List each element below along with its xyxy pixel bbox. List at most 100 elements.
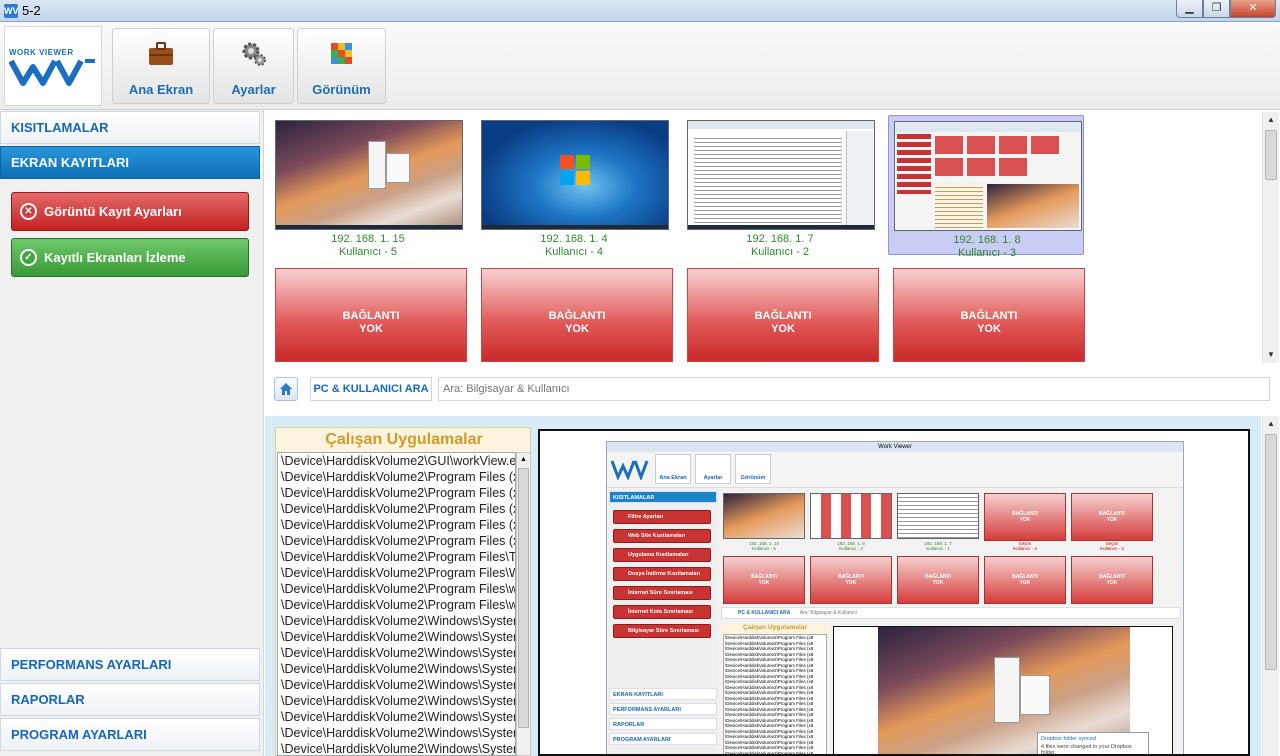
scroll-thumb[interactable]: [1265, 130, 1277, 180]
gorunum-button[interactable]: Görünüm: [297, 28, 386, 104]
kayitli-ekranlari-izleme-label: Kayıtlı Ekranları İzleme: [44, 250, 186, 265]
thumbnail-ip: 192. 168. 1. 8: [953, 234, 1021, 246]
briefcase-icon: [149, 42, 173, 65]
thumbnail-pc-15[interactable]: 192. 168. 1. 15 Kullanıcı - 5: [270, 115, 466, 258]
mini-app-item: \Device\HarddiskVolume2\Program Files (x…: [725, 657, 814, 662]
thumbnail-user: Kullanıcı - 3: [957, 247, 1017, 259]
performans-ayarlari-header[interactable]: PERFORMANS AYARLARI: [0, 648, 260, 681]
apps-scrollbar[interactable]: ▲: [516, 452, 531, 756]
cube-icon: [330, 43, 352, 64]
program-ayarlari-header[interactable]: PROGRAM AYARLARI: [0, 718, 260, 751]
no-connection-tile[interactable]: BAĞLANTI YOK: [481, 268, 673, 362]
list-item[interactable]: \Device\HarddiskVolume2\Windows\System: [278, 725, 515, 741]
mini-no-connection: BAĞLANTI YOK: [1071, 556, 1153, 604]
mini-apps-title: Çalışan Uygulamalar: [743, 624, 807, 631]
thumbnail-pc-8[interactable]: 192. 168. 1. 8 Kullanıcı - 3: [888, 115, 1084, 259]
list-item[interactable]: \Device\HarddiskVolume2\Program Files\wv: [278, 597, 515, 613]
list-item[interactable]: \Device\HarddiskVolume2\Program Files (x…: [278, 533, 515, 549]
ayarlar-button[interactable]: Ayarlar: [213, 28, 294, 104]
mini-side-header: EKRAN KAYITLARI: [609, 688, 717, 700]
ana-ekran-button[interactable]: Ana Ekran: [112, 28, 210, 104]
kayitli-ekranlari-izleme-button[interactable]: ✓ Kayıtlı Ekranları İzleme: [11, 238, 249, 277]
scroll-thumb[interactable]: [518, 468, 529, 728]
work-viewer-logo: WORK VIEWER: [4, 26, 102, 106]
detail-panel: Çalışan Uygulamalar \Device\HarddiskVolu…: [265, 416, 1261, 756]
mini-no-conn-text: YOK: [845, 580, 857, 586]
mini-kisitlamalar: KISITLAMALAR: [609, 491, 717, 503]
scroll-thumb[interactable]: [1265, 434, 1277, 670]
list-item[interactable]: \Device\HarddiskVolume2\Windows\System: [278, 741, 515, 755]
list-item[interactable]: \Device\HarddiskVolume2\Program Files (x…: [278, 517, 515, 533]
mini-side-header: RAPORLAR: [609, 718, 717, 730]
detail-scrollbar[interactable]: ▲: [1262, 416, 1279, 756]
list-item[interactable]: \Device\HarddiskVolume2\Windows\System: [278, 613, 515, 629]
goruntu-kayit-ayarlari-button[interactable]: ✕ Görüntü Kayıt Ayarları: [11, 192, 249, 231]
running-apps-list[interactable]: \Device\HarddiskVolume2\GUI\workView.exe…: [277, 452, 516, 756]
thumbnails-scrollbar[interactable]: ▲ ▼: [1262, 112, 1279, 363]
desktop-screenshot: [275, 120, 463, 230]
toolbar: WORK VIEWER Ana Ekran Ayarlar Görünüm: [0, 22, 1280, 110]
mini-logo-icon: [611, 460, 649, 480]
scroll-up-icon[interactable]: ▲: [1263, 416, 1279, 432]
list-item[interactable]: \Device\HarddiskVolume2\GUI\workView.exe: [278, 453, 515, 469]
no-connection-tile[interactable]: BAĞLANTI YOK: [893, 268, 1085, 362]
list-item[interactable]: \Device\HarddiskVolume2\Program Files\Wi: [278, 565, 515, 581]
maximize-button[interactable]: ❐: [1203, 0, 1230, 18]
home-icon: [280, 383, 292, 395]
mini-no-conn-text: YOK: [1106, 580, 1118, 586]
list-item[interactable]: \Device\HarddiskVolume2\Windows\System: [278, 693, 515, 709]
document-screenshot: [687, 120, 875, 230]
ekran-kayitlari-header[interactable]: EKRAN KAYITLARI: [0, 146, 260, 179]
pc-kullanici-ara-button[interactable]: PC & KULLANICI ARA: [310, 377, 432, 401]
left-sidebar: KISITLAMALAR EKRAN KAYITLARI ✕ Görüntü K…: [0, 110, 264, 756]
scroll-up-icon[interactable]: ▲: [1263, 112, 1279, 128]
list-item[interactable]: \Device\HarddiskVolume2\Program Files (x…: [278, 485, 515, 501]
running-apps-panel: Çalışan Uygulamalar \Device\HarddiskVolu…: [275, 427, 531, 756]
mini-apps-panel: Çalışan Uygulamalar \Device\HarddiskVolu…: [721, 624, 829, 754]
thumbnail-pc-7[interactable]: 192. 168. 1. 7 Kullanıcı - 2: [682, 115, 878, 258]
thumbnail-user: Kullanıcı - 4: [544, 246, 604, 258]
thumbnail-ip: 192. 168. 1. 4: [540, 233, 608, 245]
mini-no-connection: BAĞLANTI YOK: [723, 556, 805, 604]
mini-side-button: İnternet Kota Sınırlaması: [613, 605, 711, 619]
thumbnail-ip: 192. 168. 1. 7: [746, 233, 814, 245]
mini-thumb-shot: [897, 493, 979, 539]
list-item[interactable]: \Device\HarddiskVolume2\Windows\System: [278, 661, 515, 677]
list-item[interactable]: \Device\HarddiskVolume2\Program Files (x…: [278, 469, 515, 485]
list-item[interactable]: \Device\HarddiskVolume2\Windows\System: [278, 645, 515, 661]
no-connection-text: YOK: [771, 323, 795, 335]
scroll-down-icon[interactable]: ▼: [1263, 347, 1279, 363]
mini-app-item: \Device\HarddiskVolume2\Program Files (x…: [725, 690, 814, 695]
list-item[interactable]: \Device\HarddiskVolume2\Windows\System: [278, 709, 515, 725]
list-item[interactable]: \Device\HarddiskVolume2\Windows\System: [278, 629, 515, 645]
mini-ayarlar: Ayarlar: [695, 454, 731, 484]
minimize-button[interactable]: ▁: [1176, 0, 1203, 18]
scroll-up-icon[interactable]: ▲: [517, 453, 530, 466]
search-bar: PC & KULLANICI ARA: [265, 372, 1277, 406]
wv-logo-icon: [9, 59, 95, 86]
home-button[interactable]: [274, 377, 298, 401]
no-connection-tile[interactable]: BAĞLANTI YOK: [687, 268, 879, 362]
kisitlamalar-header[interactable]: KISITLAMALAR: [0, 111, 260, 144]
x-circle-icon: ✕: [20, 203, 37, 220]
gears-icon: [242, 42, 266, 66]
list-item[interactable]: \Device\HarddiskVolume2\Windows\System: [278, 677, 515, 693]
thumbnail-user: Kullanıcı - 5: [338, 246, 398, 258]
window-title: 5-2: [22, 3, 41, 18]
list-item[interactable]: \Device\HarddiskVolume2\Program Files\Ti…: [278, 549, 515, 565]
list-item[interactable]: \Device\HarddiskVolume2\Program Files\wv: [278, 581, 515, 597]
thumbnail-pc-4[interactable]: 192. 168. 1. 4 Kullanıcı - 4: [476, 115, 672, 258]
live-screen-view[interactable]: Work Viewer Ana Ekran Ayarlar Görünüm KI…: [538, 429, 1250, 756]
toast-title: Dropbox folder synced: [1041, 736, 1097, 742]
mini-thumb-shot: [810, 493, 892, 539]
mini-side-button: Filtre Ayarları: [613, 510, 711, 524]
no-connection-tile[interactable]: BAĞLANTI YOK: [275, 268, 467, 362]
mini-no-connection: BAĞLANTI YOK: [810, 556, 892, 604]
mini-no-conn-text: YOK: [932, 580, 944, 586]
close-button[interactable]: ✕: [1230, 0, 1276, 18]
raporlar-header[interactable]: RAPORLAR: [0, 683, 260, 716]
list-item[interactable]: \Device\HarddiskVolume2\Program Files (x…: [278, 501, 515, 517]
search-input[interactable]: [438, 377, 1270, 401]
no-connection-text: BAĞLANTI: [548, 310, 606, 322]
mini-side-button: Web Site Kısıtlamaları: [613, 529, 711, 543]
